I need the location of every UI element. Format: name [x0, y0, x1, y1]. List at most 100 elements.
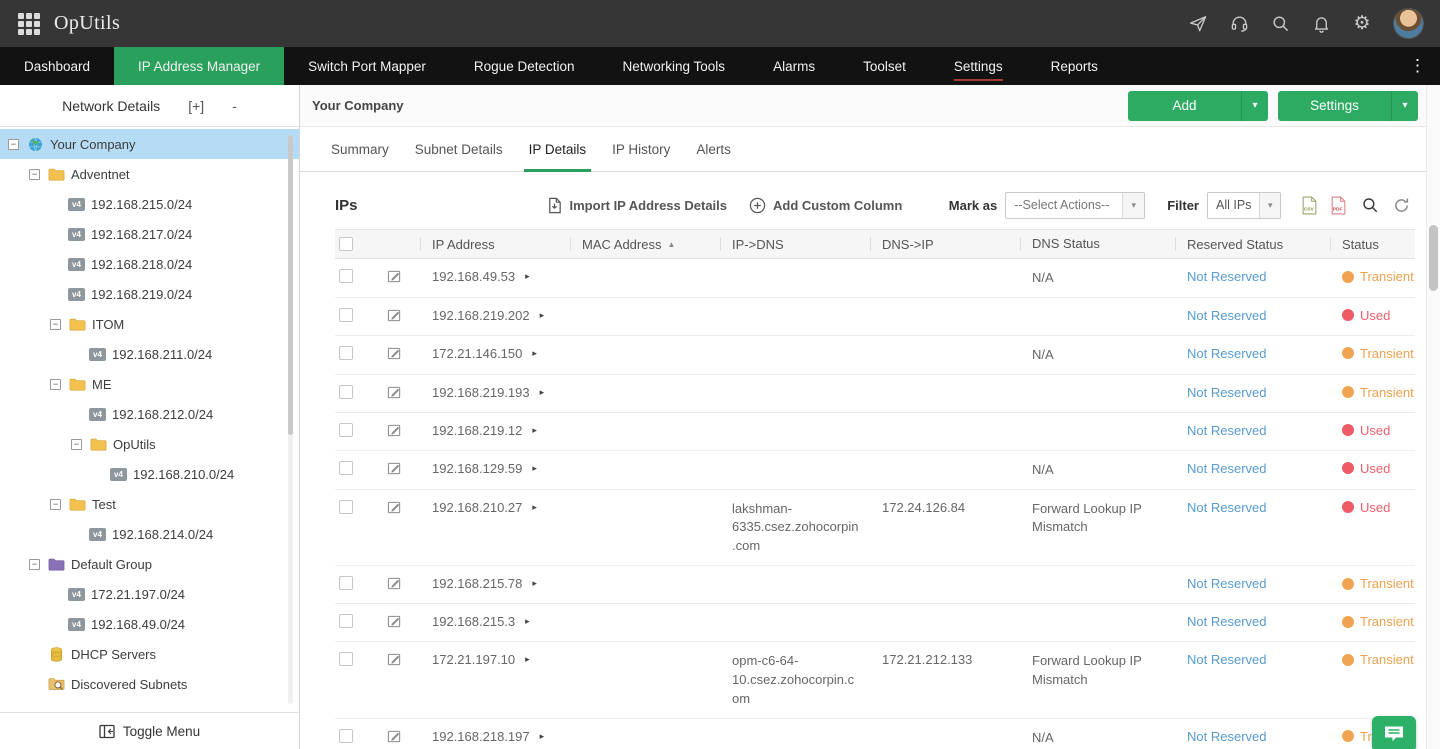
tab-ip-history[interactable]: IP History	[599, 127, 683, 171]
toggle-menu-button[interactable]: Toggle Menu	[0, 712, 299, 749]
tree-item-me[interactable]: − ME	[0, 369, 299, 399]
tree-item-subnet[interactable]: v4192.168.219.0/24	[0, 279, 299, 309]
reserved-status-link[interactable]: Not Reserved	[1187, 614, 1266, 629]
collapse-toggle-icon[interactable]: −	[71, 439, 82, 450]
row-checkbox[interactable]	[339, 614, 353, 628]
select-all-checkbox[interactable]	[339, 237, 353, 251]
reserved-status-link[interactable]: Not Reserved	[1187, 423, 1266, 438]
nav-item-ip-address-manager[interactable]: IP Address Manager	[114, 47, 284, 85]
row-checkbox[interactable]	[339, 729, 353, 743]
tree-item-subnet[interactable]: v4192.168.218.0/24	[0, 249, 299, 279]
table-search-icon[interactable]	[1361, 196, 1379, 214]
import-ip-details-button[interactable]: Import IP Address Details	[546, 197, 728, 214]
tab-alerts[interactable]: Alerts	[683, 127, 744, 171]
row-checkbox[interactable]	[339, 500, 353, 514]
column-header-dns-status[interactable]: DNS Status	[1020, 230, 1175, 258]
reserved-status-link[interactable]: Not Reserved	[1187, 385, 1266, 400]
apps-grid-icon[interactable]	[18, 13, 40, 35]
tree-item-subnet[interactable]: v4192.168.212.0/24	[0, 399, 299, 429]
tree-item-subnet[interactable]: v4172.21.197.0/24	[0, 579, 299, 609]
nav-item-rogue-detection[interactable]: Rogue Detection	[450, 47, 599, 85]
avatar[interactable]	[1393, 8, 1424, 39]
collapse-toggle-icon[interactable]: −	[29, 169, 40, 180]
expand-row-icon[interactable]: ▸	[540, 731, 545, 742]
tree-item-itom[interactable]: − ITOM	[0, 309, 299, 339]
sidebar-scrollbar[interactable]	[288, 135, 293, 704]
refresh-icon[interactable]	[1393, 197, 1410, 214]
page-scrollbar-thumb[interactable]	[1429, 225, 1438, 291]
edit-ip-icon[interactable]	[387, 652, 402, 667]
expand-row-icon[interactable]: ▸	[525, 654, 530, 665]
expand-row-icon[interactable]: ▸	[540, 387, 545, 398]
column-header-ip-address[interactable]: IP Address	[420, 230, 570, 258]
tree-item-subnet[interactable]: v4192.168.210.0/24	[0, 459, 299, 489]
tab-summary[interactable]: Summary	[318, 127, 402, 171]
collapse-toggle-icon[interactable]: −	[50, 499, 61, 510]
reserved-status-link[interactable]: Not Reserved	[1187, 576, 1266, 591]
edit-ip-icon[interactable]	[387, 385, 402, 400]
tree-item-your-company[interactable]: − Your Company	[0, 129, 299, 159]
edit-ip-icon[interactable]	[387, 500, 402, 515]
column-header-dns-to-ip[interactable]: DNS->IP	[870, 230, 1020, 258]
edit-ip-icon[interactable]	[387, 308, 402, 323]
collapse-toggle-icon[interactable]: −	[50, 379, 61, 390]
tree-item-subnet[interactable]: v4192.168.215.0/24	[0, 189, 299, 219]
row-checkbox[interactable]	[339, 576, 353, 590]
expand-row-icon[interactable]: ▸	[525, 271, 530, 282]
row-checkbox[interactable]	[339, 308, 353, 322]
collapse-toggle-icon[interactable]: −	[50, 319, 61, 330]
expand-row-icon[interactable]: ▸	[532, 578, 537, 589]
reserved-status-link[interactable]: Not Reserved	[1187, 729, 1266, 744]
add-dropdown-caret-icon[interactable]: ▾	[1241, 91, 1268, 121]
gear-icon[interactable]: ⚙	[1352, 14, 1372, 34]
add-custom-column-button[interactable]: Add Custom Column	[749, 197, 902, 214]
row-checkbox[interactable]	[339, 423, 353, 437]
edit-ip-icon[interactable]	[387, 423, 402, 438]
nav-item-alarms[interactable]: Alarms	[749, 47, 839, 85]
column-header-ip-to-dns[interactable]: IP->DNS	[720, 230, 870, 258]
sidebar-scrollbar-thumb[interactable]	[288, 135, 293, 435]
expand-row-icon[interactable]: ▸	[532, 463, 537, 474]
reserved-status-link[interactable]: Not Reserved	[1187, 652, 1266, 667]
expand-row-icon[interactable]: ▸	[532, 348, 537, 359]
expand-row-icon[interactable]: ▸	[540, 310, 545, 321]
tree-item-subnet[interactable]: v4192.168.214.0/24	[0, 519, 299, 549]
nav-item-switch-port-mapper[interactable]: Switch Port Mapper	[284, 47, 450, 85]
nav-item-dashboard[interactable]: Dashboard	[0, 47, 114, 85]
row-checkbox[interactable]	[339, 461, 353, 475]
nav-item-toolset[interactable]: Toolset	[839, 47, 930, 85]
row-checkbox[interactable]	[339, 269, 353, 283]
export-pdf-icon[interactable]: PDF	[1330, 196, 1347, 215]
row-checkbox[interactable]	[339, 385, 353, 399]
column-header-reserved-status[interactable]: Reserved Status	[1175, 230, 1330, 258]
edit-ip-icon[interactable]	[387, 614, 402, 629]
tree-item-dhcp-servers[interactable]: DHCP Servers	[0, 639, 299, 669]
reserved-status-link[interactable]: Not Reserved	[1187, 269, 1266, 284]
paper-plane-icon[interactable]	[1188, 14, 1208, 34]
nav-item-settings[interactable]: Settings	[930, 47, 1027, 85]
expand-row-icon[interactable]: ▸	[525, 616, 530, 627]
tree-item-subnet[interactable]: v4192.168.217.0/24	[0, 219, 299, 249]
tab-ip-details[interactable]: IP Details	[516, 127, 600, 171]
edit-ip-icon[interactable]	[387, 729, 402, 744]
tree-item-oputils[interactable]: − OpUtils	[0, 429, 299, 459]
expand-row-icon[interactable]: ▸	[532, 425, 537, 436]
edit-ip-icon[interactable]	[387, 346, 402, 361]
reserved-status-link[interactable]: Not Reserved	[1187, 346, 1266, 361]
reserved-status-link[interactable]: Not Reserved	[1187, 500, 1266, 515]
tab-subnet-details[interactable]: Subnet Details	[402, 127, 516, 171]
collapse-all-button[interactable]: -	[232, 98, 237, 114]
headset-icon[interactable]	[1229, 14, 1249, 34]
tree-item-subnet[interactable]: v4192.168.49.0/24	[0, 609, 299, 639]
expand-all-button[interactable]: [+]	[188, 98, 204, 114]
app-logo[interactable]: OpUtils	[54, 12, 120, 35]
column-header-status[interactable]: Status	[1330, 230, 1415, 258]
tree-item-test[interactable]: − Test	[0, 489, 299, 519]
edit-ip-icon[interactable]	[387, 461, 402, 476]
edit-ip-icon[interactable]	[387, 269, 402, 284]
tree-item-default-group[interactable]: − Default Group	[0, 549, 299, 579]
edit-ip-icon[interactable]	[387, 576, 402, 591]
reserved-status-link[interactable]: Not Reserved	[1187, 308, 1266, 323]
row-checkbox[interactable]	[339, 346, 353, 360]
nav-overflow-icon[interactable]: ⋮	[1395, 47, 1440, 85]
